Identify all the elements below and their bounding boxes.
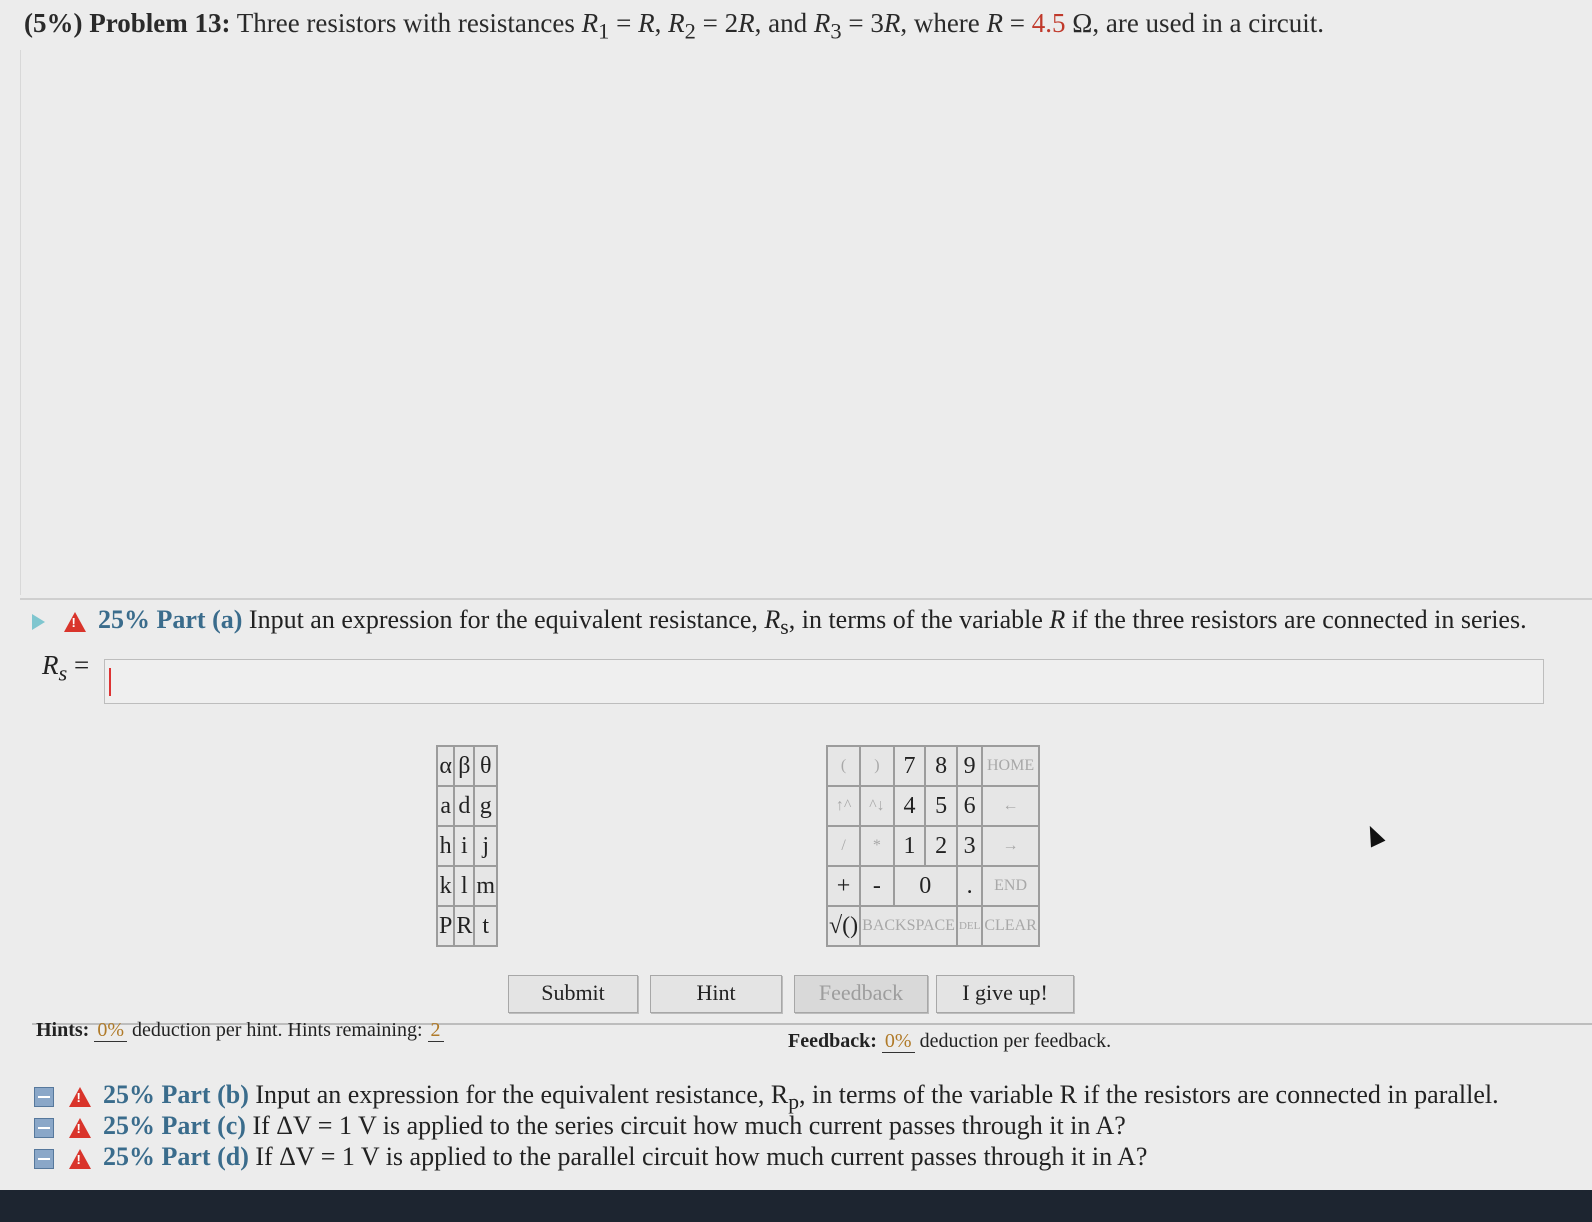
hint-button[interactable]: Hint (650, 975, 782, 1013)
key-5[interactable]: 5 (924, 785, 958, 827)
feedback-deduction: 0% (881, 1030, 915, 1053)
variable-keypad: α β θ a d g h i j k l m P R t (435, 745, 499, 947)
key-9[interactable]: 9 (955, 745, 984, 787)
key-end[interactable]: END (981, 865, 1040, 907)
key-i[interactable]: i (453, 825, 476, 867)
key-k[interactable]: k (435, 865, 456, 907)
collapse-icon[interactable] (34, 1149, 54, 1170)
part-a-label: Part (a) (156, 605, 243, 634)
key-P[interactable]: P (435, 905, 456, 947)
submit-button[interactable]: Submit (508, 975, 638, 1013)
key-3[interactable]: 3 (955, 825, 984, 867)
key-h[interactable]: h (435, 825, 456, 867)
warning-icon (63, 612, 86, 633)
part-c-row[interactable]: 25% Part (c) If ΔV = 1 V is applied to t… (34, 1111, 1499, 1142)
answer-input[interactable] (104, 659, 1544, 704)
hints-info: Hints: 0% deduction per hint. Hints rema… (36, 1019, 444, 1042)
feedback-info: Feedback: 0% deduction per feedback. (788, 1030, 1112, 1053)
warning-icon (68, 1149, 91, 1170)
collapse-icon[interactable] (34, 1118, 54, 1139)
collapse-icon[interactable] (34, 1087, 54, 1108)
part-d-row[interactable]: 25% Part (d) If ΔV = 1 V is applied to t… (34, 1142, 1499, 1173)
warning-icon (68, 1087, 91, 1108)
key-right-arrow[interactable]: → (981, 825, 1040, 867)
key-clear[interactable]: CLEAR (981, 905, 1040, 947)
key-a[interactable]: a (435, 785, 456, 827)
key-8[interactable]: 8 (924, 745, 958, 787)
key-minus[interactable]: - (859, 865, 895, 907)
give-up-button[interactable]: I give up! (936, 975, 1074, 1013)
key-2[interactable]: 2 (924, 825, 958, 867)
key-l[interactable]: l (453, 865, 476, 907)
part-a-title: 25% Part (a) Input an expression for the… (32, 605, 1527, 640)
key-t[interactable]: t (473, 905, 499, 947)
hint-deduction: 0% (94, 1019, 128, 1042)
figure-area (20, 50, 1581, 595)
key-R[interactable]: R (453, 905, 476, 947)
window-bottom-edge (0, 1190, 1592, 1222)
key-power-up[interactable]: ↑^ (825, 785, 862, 827)
key-theta[interactable]: θ (473, 745, 499, 787)
key-g[interactable]: g (473, 785, 499, 827)
answer-label: Rs = (42, 650, 90, 686)
expand-triangle-icon[interactable] (32, 614, 45, 631)
key-j[interactable]: j (473, 825, 499, 867)
key-1[interactable]: 1 (892, 825, 927, 867)
key-alpha[interactable]: α (435, 745, 456, 787)
key-0[interactable]: 0 (892, 865, 958, 907)
key-close-paren[interactable]: ) (859, 745, 895, 787)
key-m[interactable]: m (473, 865, 499, 907)
part-a-percent: 25% (98, 605, 150, 634)
key-plus[interactable]: + (825, 865, 862, 907)
key-multiply[interactable]: * (859, 825, 895, 867)
key-sqrt[interactable]: √() (825, 905, 862, 947)
problem-page: (5%) Problem 13: Three resistors with re… (0, 0, 1592, 1222)
other-parts-list: 25% Part (b) Input an expression for the… (34, 1080, 1499, 1173)
key-7[interactable]: 7 (892, 745, 927, 787)
key-decimal[interactable]: . (955, 865, 984, 907)
key-d[interactable]: d (453, 785, 476, 827)
key-home[interactable]: HOME (981, 745, 1040, 787)
feedback-button[interactable]: Feedback (794, 975, 928, 1013)
number-keypad: ( ) 7 8 9 HOME ↑^ ^↓ 4 5 6 ← / * 1 2 3 →… (825, 745, 1040, 947)
hints-remaining: 2 (427, 1019, 444, 1042)
key-open-paren[interactable]: ( (825, 745, 862, 787)
text-cursor (109, 668, 111, 696)
key-delete[interactable]: DEL (955, 905, 984, 947)
warning-icon (68, 1118, 91, 1139)
key-backspace[interactable]: BACKSPACE (859, 905, 958, 947)
key-4[interactable]: 4 (892, 785, 927, 827)
resistance-value: 4.5 (1031, 8, 1066, 38)
part-b-row[interactable]: 25% Part (b) Input an expression for the… (34, 1080, 1499, 1114)
key-6[interactable]: 6 (955, 785, 984, 827)
key-power-down[interactable]: ^↓ (859, 785, 895, 827)
key-divide[interactable]: / (825, 825, 862, 867)
key-beta[interactable]: β (453, 745, 476, 787)
problem-statement: (5%) Problem 13: Three resistors with re… (24, 8, 1324, 44)
key-left-arrow[interactable]: ← (981, 785, 1040, 827)
